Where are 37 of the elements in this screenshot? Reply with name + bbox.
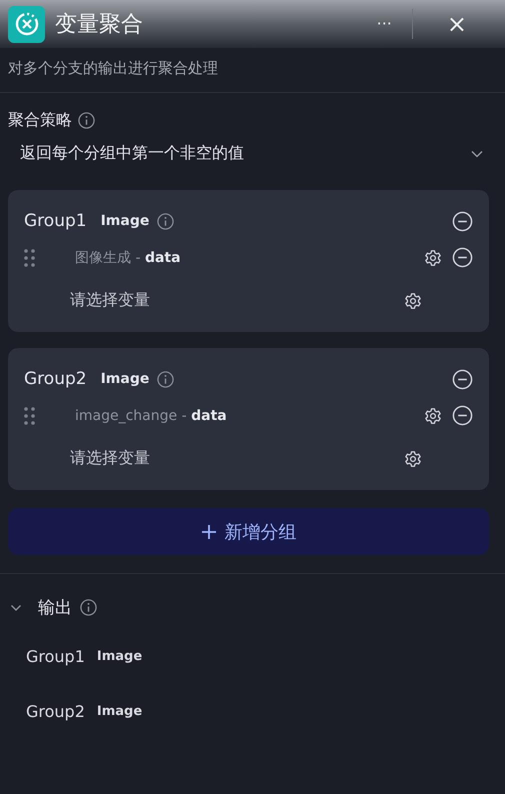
variable-reference[interactable]: 图像生成 - data	[75, 248, 181, 266]
drag-handle-icon[interactable]	[24, 248, 35, 266]
field-label: 聚合策略	[8, 110, 72, 131]
chevron-down-icon	[471, 150, 483, 158]
group-name: Group1	[24, 211, 87, 231]
close-button[interactable]: ×	[422, 10, 497, 38]
remove-icon[interactable]	[452, 210, 473, 232]
more-button[interactable]: ···	[356, 9, 413, 39]
group-name: Group2	[24, 369, 87, 389]
variable-placeholder[interactable]: 请选择变量	[70, 448, 150, 469]
settings-icon[interactable]	[404, 292, 422, 310]
panel-title: 变量聚合	[55, 11, 144, 39]
node-description: 对多个分支的输出进行聚合处理	[0, 48, 505, 93]
remove-icon[interactable]	[452, 405, 473, 426]
drag-handle-icon[interactable]	[24, 406, 35, 424]
variable-reference[interactable]: image_change - data	[75, 408, 227, 424]
info-icon	[80, 599, 97, 616]
variable-node-icon	[8, 6, 45, 42]
output-name: Group2	[26, 702, 85, 721]
output-type: Image	[96, 649, 142, 664]
info-icon	[157, 370, 174, 388]
group-type: Image	[100, 371, 150, 387]
settings-icon[interactable]	[424, 406, 442, 424]
group-type: Image	[100, 213, 150, 229]
add-group-button[interactable]: 新增分组	[8, 508, 489, 555]
settings-icon[interactable]	[404, 450, 422, 468]
info-icon	[78, 112, 95, 129]
output-type: Image	[96, 704, 142, 719]
plus-icon	[200, 524, 216, 540]
variable-placeholder[interactable]: 请选择变量	[70, 290, 150, 311]
info-icon	[157, 212, 174, 230]
remove-icon[interactable]	[452, 368, 473, 390]
remove-icon[interactable]	[452, 247, 473, 268]
section-title: 输出	[38, 597, 72, 619]
settings-icon[interactable]	[424, 248, 442, 266]
strategy-select[interactable]: 返回每个分组中第一个非空的值	[8, 137, 497, 174]
output-name: Group1	[26, 647, 85, 666]
